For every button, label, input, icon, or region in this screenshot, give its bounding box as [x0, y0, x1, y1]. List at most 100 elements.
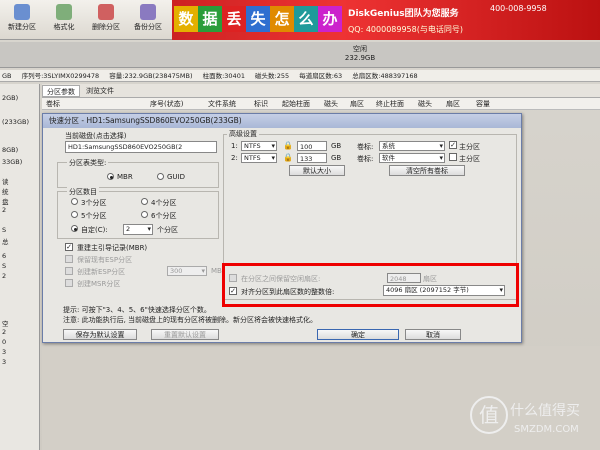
highlight-annotation-box	[222, 263, 519, 307]
tab-partition-params[interactable]: 分区参数	[42, 85, 80, 97]
banner-char: 怎	[270, 6, 294, 32]
count-custom-radio[interactable]	[71, 225, 78, 232]
banner-char: 据	[198, 6, 222, 32]
backup-partition-icon	[140, 4, 156, 20]
create-esp-checkbox[interactable]	[65, 267, 73, 275]
panel-tabs: 分区参数 浏览文件	[42, 84, 600, 98]
cancel-button[interactable]: 取消	[405, 329, 461, 340]
row-2-label-tag: 卷标:	[357, 155, 374, 163]
tree-item[interactable]: (233GB)	[2, 118, 29, 126]
create-msr-checkbox[interactable]	[65, 279, 73, 287]
banner-char: 办	[318, 6, 342, 32]
tree-item[interactable]: 2GB)	[2, 94, 18, 102]
delete-partition-button[interactable]: 删除分区	[86, 2, 126, 38]
disk-info-item: GB	[2, 72, 12, 80]
mbr-radio[interactable]	[107, 173, 114, 180]
banner-char: 么	[294, 6, 318, 32]
count-custom-label: 自定(C):	[81, 226, 108, 234]
column-header[interactable]: 扇区	[350, 98, 364, 110]
tree-item: S	[2, 226, 7, 234]
count-5-label: 5个分区	[81, 212, 107, 220]
format-button[interactable]: 格式化	[44, 2, 84, 38]
disk-info-item: 序列号:3SLYIMX0299478	[21, 72, 100, 80]
ok-button[interactable]: 确定	[317, 329, 399, 340]
keep-esp-label: 保留现有ESP分区	[77, 256, 133, 264]
save-default-button[interactable]: 保存为默认设置	[63, 329, 137, 340]
row-1-unit: GB	[331, 142, 342, 150]
count-4-radio[interactable]	[141, 198, 148, 205]
delete-partition-icon	[98, 4, 114, 20]
row-2-filesystem-select[interactable]: NTFS	[241, 153, 277, 163]
row-1-filesystem-select[interactable]: NTFS	[241, 141, 277, 151]
row-2-size-input[interactable]: 133	[297, 153, 327, 163]
column-header[interactable]: 扇区	[446, 98, 460, 110]
row-1-primary-label: 主分区	[459, 143, 480, 151]
column-header[interactable]: 磁头	[324, 98, 338, 110]
row-2-primary-checkbox[interactable]	[449, 153, 457, 161]
count-5-radio[interactable]	[71, 211, 78, 218]
partition-table-header: 卷标 序号(状态) 文件系统 标识 起始柱面 磁头 扇区 终止柱面 磁头 扇区 …	[42, 98, 600, 110]
count-6-radio[interactable]	[141, 211, 148, 218]
rebuild-mbr-checkbox[interactable]: ✓	[65, 243, 73, 251]
column-header[interactable]: 标识	[254, 98, 268, 110]
note-text: 注意: 此功能执行后, 当前磁盘上的现有分区将被删除。新分区将会被快速格式化。	[63, 316, 318, 324]
new-partition-button[interactable]: 新建分区	[2, 2, 42, 38]
row-1-volume-label-select[interactable]: 系统	[379, 141, 445, 151]
default-size-button[interactable]: 默认大小	[289, 165, 345, 176]
row-1-number: 1:	[231, 142, 238, 150]
count-3-radio[interactable]	[71, 198, 78, 205]
disk-free-size: 232.9GB	[344, 54, 376, 62]
new-partition-icon	[14, 4, 30, 20]
esp-size-input[interactable]: 300	[167, 266, 207, 276]
row-2-lock-icon[interactable]: 🔒	[283, 153, 293, 162]
tree-item[interactable]: 33GB)	[2, 158, 22, 166]
count-3-label: 3个分区	[81, 199, 107, 207]
custom-unit-label: 个分区	[157, 226, 178, 234]
current-disk-select[interactable]: HD1:SamsungSSD860EVO250GB(2	[65, 141, 217, 153]
row-1-size-input[interactable]: 100	[297, 141, 327, 151]
column-header[interactable]: 起始柱面	[282, 98, 310, 110]
disk-info-item: 柱面数:30401	[202, 72, 245, 80]
mbr-label: MBR	[117, 173, 133, 181]
banner-char: 失	[246, 6, 270, 32]
tree-item[interactable]: 8GB)	[2, 146, 18, 154]
row-1-label-tag: 卷标:	[357, 143, 374, 151]
count-4-label: 4个分区	[151, 199, 177, 207]
column-header[interactable]: 序号(状态)	[150, 98, 183, 110]
disk-tree-panel[interactable]: 2GB) (233GB) 8GB) 33GB) 读 统 盘 2 S 总 6 S …	[0, 84, 40, 450]
guid-radio[interactable]	[157, 173, 164, 180]
rebuild-mbr-label: 重建主引导记录(MBR)	[77, 244, 148, 252]
clear-labels-button[interactable]: 清空所有卷标	[389, 165, 465, 176]
tree-item: 0	[2, 338, 7, 346]
row-2-volume-label-select[interactable]: 软件	[379, 153, 445, 163]
row-2-number: 2:	[231, 154, 238, 162]
dialog-title: 快速分区 - HD1:SamsungSSD860EVO250GB(233GB)	[43, 114, 521, 128]
advanced-settings-label: 高级设置	[227, 129, 259, 139]
toolbar: 新建分区 格式化 删除分区 备份分区 数 据 丢 失 怎 么 办 DiskGen…	[0, 0, 600, 40]
column-header[interactable]: 容量	[476, 98, 490, 110]
guid-label: GUID	[167, 173, 186, 181]
tree-item: 2	[2, 272, 7, 280]
table-type-label: 分区表类型:	[67, 158, 109, 168]
hint-text: 提示: 可按下"3、4、5、6"快速选择分区个数。	[63, 306, 211, 314]
tab-browse-files[interactable]: 浏览文件	[82, 85, 118, 97]
banner-char: 数	[174, 6, 198, 32]
column-header[interactable]: 磁头	[418, 98, 432, 110]
tree-item: 3	[2, 358, 7, 366]
custom-count-select[interactable]: 2	[123, 224, 153, 235]
keep-esp-checkbox[interactable]	[65, 255, 73, 263]
disk-free-block[interactable]: 空闲 232.9GB	[120, 45, 600, 65]
column-header[interactable]: 终止柱面	[376, 98, 404, 110]
column-header[interactable]: 卷标	[46, 98, 60, 110]
column-header[interactable]: 文件系统	[208, 98, 236, 110]
banner-team-text: DiskGenius团队为您服务	[348, 9, 459, 19]
reset-default-button[interactable]: 重置默认设置	[151, 329, 219, 340]
disk-info-item: 每道扇区数:63	[299, 72, 343, 80]
backup-partition-button[interactable]: 备份分区	[128, 2, 168, 38]
row-1-primary-checkbox[interactable]: ✓	[449, 141, 457, 149]
row-1-lock-icon[interactable]: 🔒	[283, 141, 293, 150]
create-esp-label: 创建新ESP分区	[77, 268, 126, 276]
row-2-primary-label: 主分区	[459, 155, 480, 163]
ad-banner[interactable]: 数 据 丢 失 怎 么 办 DiskGenius团队为您服务 400-008-9…	[172, 0, 600, 40]
quick-partition-dialog: 快速分区 - HD1:SamsungSSD860EVO250GB(233GB) …	[42, 113, 522, 343]
